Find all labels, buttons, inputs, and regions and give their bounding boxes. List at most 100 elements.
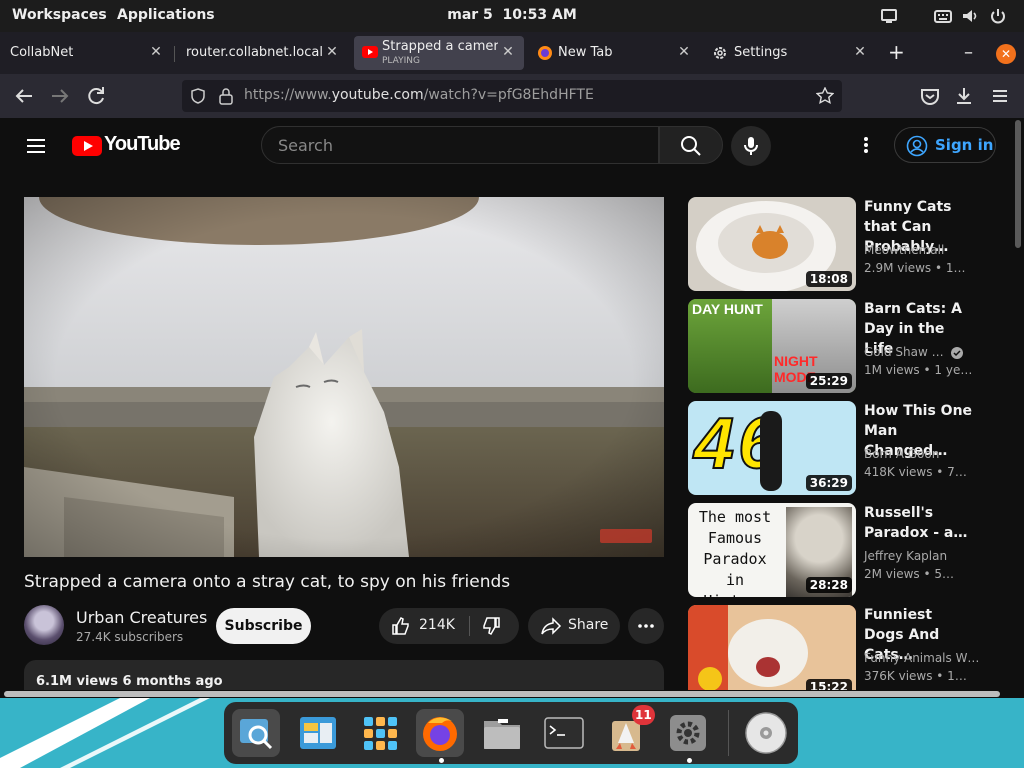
hamburger-menu-icon[interactable] — [988, 84, 1012, 108]
minimize-icon[interactable]: – — [964, 42, 973, 63]
new-tab-plus-icon[interactable]: + — [888, 40, 905, 64]
close-tab-icon[interactable]: ✕ — [676, 44, 692, 60]
screen-icon[interactable] — [880, 7, 898, 25]
address-bar[interactable]: https://www.youtube.com/watch?v=pfG8EhdH… — [182, 80, 842, 112]
tab-collabnet[interactable]: CollabNet ✕ — [0, 36, 172, 70]
scrollbar-thumb[interactable] — [4, 691, 1000, 697]
tab-title: Strapped a camera — [382, 39, 498, 54]
url-path: /watch?v=pfG8EhdHFTE — [423, 87, 594, 103]
youtube-wordmark[interactable]: YouTube — [104, 133, 181, 156]
like-dislike-group: 214K — [379, 608, 519, 644]
recommended-video[interactable]: DAY HUNT NIGHT MODE 25:29 Barn Cats: A D… — [688, 299, 988, 395]
downloads-icon[interactable] — [952, 84, 976, 108]
software-updates-icon[interactable]: 11 — [602, 705, 655, 757]
search-input[interactable]: Search — [261, 126, 659, 164]
subscribe-button[interactable]: Subscribe — [216, 608, 311, 644]
thumbs-down-icon[interactable] — [481, 616, 501, 636]
close-tab-icon[interactable]: ✕ — [324, 44, 340, 60]
system-top-bar: Workspaces Applications mar 5 10:53 AM — [0, 0, 1024, 32]
search-placeholder: Search — [278, 136, 333, 155]
tab-settings[interactable]: Settings ✕ — [706, 36, 876, 70]
tab-new-tab[interactable]: New Tab ✕ — [530, 36, 700, 70]
tab-router[interactable]: router.collabnet.local/a ✕ — [176, 36, 348, 70]
youtube-favicon-icon — [362, 46, 378, 58]
shield-icon[interactable] — [190, 88, 206, 104]
file-manager-icon[interactable] — [294, 709, 342, 757]
search-button[interactable] — [659, 126, 723, 164]
rec-channel[interactable]: Gold Shaw … — [864, 345, 964, 359]
share-button[interactable]: Share — [528, 608, 620, 644]
keyboard-icon[interactable] — [934, 7, 952, 25]
video-thumbnail[interactable]: 46 36:29 — [688, 401, 856, 495]
recommended-video[interactable]: 46 36:29 How This One Man Changed… Born … — [688, 401, 988, 497]
workspaces-button[interactable]: Workspaces — [12, 7, 107, 23]
close-window-icon[interactable]: ✕ — [996, 44, 1016, 64]
youtube-logo-icon[interactable] — [72, 136, 102, 156]
rec-channel[interactable]: Jeffrey Kaplan — [864, 549, 947, 563]
sign-in-label: Sign in — [935, 136, 994, 154]
channel-name[interactable]: Urban Creatures — [76, 608, 207, 627]
more-vertical-icon[interactable] — [856, 135, 876, 155]
rider-shape — [760, 411, 782, 491]
rec-channel[interactable]: Funny Animals W… — [864, 651, 979, 665]
rec-meta: 376K views • 1… — [864, 669, 967, 683]
running-indicator — [687, 758, 692, 763]
back-arrow-icon[interactable] — [12, 84, 36, 108]
firefox-icon[interactable] — [416, 709, 464, 757]
bookmark-star-icon[interactable] — [816, 87, 834, 105]
close-tab-icon[interactable]: ✕ — [852, 44, 868, 60]
close-tab-icon[interactable]: ✕ — [148, 44, 164, 60]
tab-youtube-active[interactable]: Strapped a camera PLAYING ✕ — [354, 36, 524, 70]
applications-button[interactable]: Applications — [117, 7, 215, 23]
video-thumbnail[interactable]: The most Famous Paradox in History 28:28 — [688, 503, 856, 597]
power-icon[interactable] — [989, 7, 1007, 25]
rec-channel[interactable]: Meowthemall — [864, 243, 944, 257]
video-thumbnail[interactable]: DAY HUNT NIGHT MODE 25:29 — [688, 299, 856, 393]
tab-title: CollabNet — [10, 45, 74, 60]
terminal-icon[interactable] — [540, 709, 588, 757]
channel-avatar[interactable] — [24, 605, 64, 645]
rec-title[interactable]: Russell's Paradox - a… — [864, 503, 974, 543]
settings-icon[interactable] — [664, 709, 712, 757]
tab-title: Settings — [734, 45, 788, 60]
vertical-scrollbar[interactable] — [1012, 118, 1024, 690]
verified-check-icon — [951, 346, 964, 359]
youtube-page: YouTube Search Sign in Strapped a camera… — [0, 118, 1012, 690]
pocket-icon[interactable] — [918, 84, 942, 108]
rec-meta: 1M views • 1 ye… — [864, 363, 973, 377]
voice-search-button[interactable] — [731, 126, 771, 166]
clock-date[interactable]: mar 5 — [447, 7, 493, 23]
forward-arrow-icon[interactable] — [48, 84, 72, 108]
recommended-video[interactable]: 18:08 Funny Cats that Can Probably… Meow… — [688, 197, 988, 293]
description-box[interactable]: 6.1M views 6 months ago — [24, 660, 664, 690]
reload-icon[interactable] — [84, 84, 108, 108]
lock-icon[interactable] — [218, 87, 234, 105]
video-thumbnail[interactable]: 15:22 — [688, 605, 856, 690]
recommended-video[interactable]: 15:22 Funniest Dogs And Cats… Funny Anim… — [688, 605, 988, 690]
url-text[interactable]: https://www.youtube.com/watch?v=pfG8EhdH… — [244, 87, 594, 103]
video-frame — [24, 197, 664, 557]
sign-in-button[interactable]: Sign in — [894, 127, 996, 163]
like-button[interactable]: 214K — [379, 608, 469, 644]
search-app-icon[interactable] — [232, 709, 280, 757]
volume-icon[interactable] — [961, 7, 979, 25]
disk-icon[interactable] — [742, 709, 790, 757]
files-icon[interactable] — [478, 709, 526, 757]
crying-cat-thumbnail — [688, 605, 856, 690]
video-thumbnail[interactable]: 18:08 — [688, 197, 856, 291]
horizontal-scrollbar[interactable] — [0, 690, 1012, 698]
close-tab-icon[interactable]: ✕ — [500, 44, 516, 60]
dock-separator — [728, 710, 729, 756]
video-title: Strapped a camera onto a stray cat, to s… — [24, 572, 511, 592]
duration-badge: 25:29 — [805, 373, 852, 389]
app-grid-icon[interactable] — [356, 709, 404, 757]
recommended-video[interactable]: The most Famous Paradox in History 28:28… — [688, 503, 988, 599]
more-actions-button[interactable] — [628, 608, 664, 644]
video-player[interactable] — [24, 197, 664, 557]
rec-channel[interactable]: Born A Goon — [864, 447, 939, 461]
clock-time[interactable]: 10:53 AM — [503, 7, 577, 23]
duration-badge: 15:22 — [805, 679, 852, 690]
guide-menu-icon[interactable] — [24, 134, 48, 158]
tab-title: router.collabnet.local/a — [186, 45, 322, 60]
scrollbar-thumb[interactable] — [1015, 120, 1021, 248]
